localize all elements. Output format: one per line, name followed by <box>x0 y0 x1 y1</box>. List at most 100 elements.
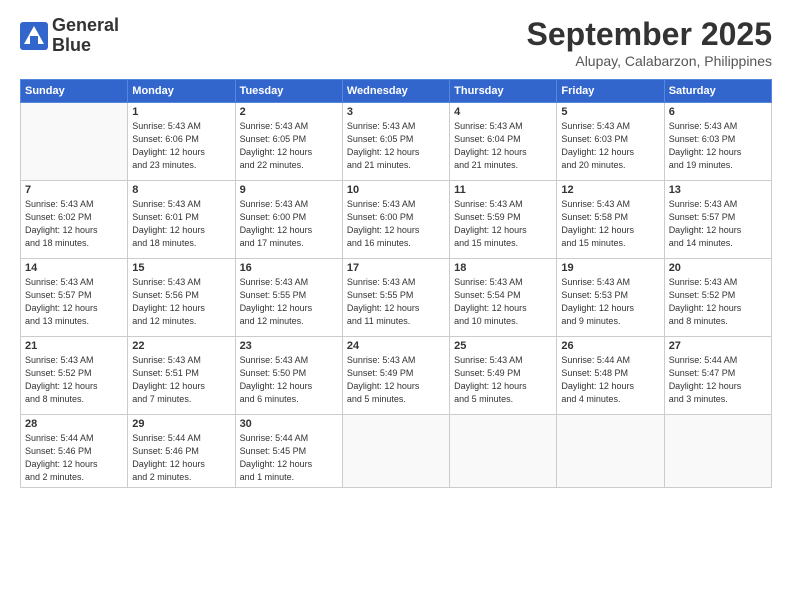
calendar-cell: 1 Sunrise: 5:43 AM Sunset: 6:06 PM Daylig… <box>128 103 235 181</box>
calendar-cell: 30 Sunrise: 5:44 AM Sunset: 5:45 PM Dayli… <box>235 415 342 488</box>
calendar-table: SundayMondayTuesdayWednesdayThursdayFrid… <box>20 79 772 488</box>
weekday-header: Sunday <box>21 80 128 103</box>
day-info: Sunrise: 5:43 AM Sunset: 5:53 PM Dayligh… <box>561 276 659 328</box>
day-info: Sunrise: 5:43 AM Sunset: 5:58 PM Dayligh… <box>561 198 659 250</box>
day-info: Sunrise: 5:43 AM Sunset: 5:49 PM Dayligh… <box>347 354 445 406</box>
calendar-cell: 6 Sunrise: 5:43 AM Sunset: 6:03 PM Daylig… <box>664 103 771 181</box>
calendar-cell <box>21 103 128 181</box>
day-info: Sunrise: 5:43 AM Sunset: 5:52 PM Dayligh… <box>25 354 123 406</box>
day-number: 11 <box>454 184 552 196</box>
calendar-cell: 19 Sunrise: 5:43 AM Sunset: 5:53 PM Dayli… <box>557 259 664 337</box>
day-number: 23 <box>240 340 338 352</box>
day-number: 1 <box>132 106 230 118</box>
weekday-header: Tuesday <box>235 80 342 103</box>
calendar-cell: 26 Sunrise: 5:44 AM Sunset: 5:48 PM Dayli… <box>557 337 664 415</box>
calendar-cell: 12Sunrise: 5:43 AM Sunset: 5:58 PM Dayli… <box>557 181 664 259</box>
day-number: 29 <box>132 418 230 430</box>
calendar-cell: 11 Sunrise: 5:43 AM Sunset: 5:59 PM Dayli… <box>450 181 557 259</box>
day-info: Sunrise: 5:43 AM Sunset: 5:57 PM Dayligh… <box>669 198 767 250</box>
calendar-cell: 9 Sunrise: 5:43 AM Sunset: 6:00 PM Daylig… <box>235 181 342 259</box>
day-info: Sunrise: 5:43 AM Sunset: 6:03 PM Dayligh… <box>561 120 659 172</box>
logo: General Blue <box>20 16 119 56</box>
calendar-cell: 29 Sunrise: 5:44 AM Sunset: 5:46 PM Dayli… <box>128 415 235 488</box>
day-info: Sunrise: 5:43 AM Sunset: 6:00 PM Dayligh… <box>240 198 338 250</box>
calendar-cell: 4 Sunrise: 5:43 AM Sunset: 6:04 PM Daylig… <box>450 103 557 181</box>
day-info: Sunrise: 5:43 AM Sunset: 6:05 PM Dayligh… <box>240 120 338 172</box>
day-number: 8 <box>132 184 230 196</box>
calendar-cell: 21 Sunrise: 5:43 AM Sunset: 5:52 PM Dayli… <box>21 337 128 415</box>
day-number: 26 <box>561 340 659 352</box>
day-number: 2 <box>240 106 338 118</box>
logo-icon <box>20 22 48 50</box>
day-info: Sunrise: 5:44 AM Sunset: 5:46 PM Dayligh… <box>25 432 123 484</box>
calendar-week-row: 14 Sunrise: 5:43 AM Sunset: 5:57 PM Dayli… <box>21 259 772 337</box>
day-info: Sunrise: 5:43 AM Sunset: 5:50 PM Dayligh… <box>240 354 338 406</box>
day-info: Sunrise: 5:43 AM Sunset: 5:51 PM Dayligh… <box>132 354 230 406</box>
calendar-cell: 15 Sunrise: 5:43 AM Sunset: 5:56 PM Dayli… <box>128 259 235 337</box>
calendar-cell: 28Sunrise: 5:44 AM Sunset: 5:46 PM Dayli… <box>21 415 128 488</box>
day-number: 30 <box>240 418 338 430</box>
day-number: 9 <box>240 184 338 196</box>
day-number: 14 <box>25 262 123 274</box>
calendar-cell <box>450 415 557 488</box>
day-info: Sunrise: 5:43 AM Sunset: 6:06 PM Dayligh… <box>132 120 230 172</box>
day-info: Sunrise: 5:43 AM Sunset: 5:55 PM Dayligh… <box>240 276 338 328</box>
calendar-page: General Blue September 2025 Alupay, Cala… <box>0 0 792 612</box>
month-title: September 2025 <box>527 16 772 53</box>
logo-line2: Blue <box>52 35 91 55</box>
weekday-header: Monday <box>128 80 235 103</box>
day-number: 21 <box>25 340 123 352</box>
day-info: Sunrise: 5:43 AM Sunset: 5:55 PM Dayligh… <box>347 276 445 328</box>
calendar-cell: 14 Sunrise: 5:43 AM Sunset: 5:57 PM Dayli… <box>21 259 128 337</box>
day-number: 27 <box>669 340 767 352</box>
logo-text: General Blue <box>52 16 119 56</box>
calendar-week-row: 7 Sunrise: 5:43 AM Sunset: 6:02 PM Daylig… <box>21 181 772 259</box>
calendar-cell: 8 Sunrise: 5:43 AM Sunset: 6:01 PM Daylig… <box>128 181 235 259</box>
day-info: Sunrise: 5:44 AM Sunset: 5:45 PM Dayligh… <box>240 432 338 484</box>
day-info: Sunrise: 5:43 AM Sunset: 5:54 PM Dayligh… <box>454 276 552 328</box>
day-number: 6 <box>669 106 767 118</box>
day-info: Sunrise: 5:43 AM Sunset: 6:05 PM Dayligh… <box>347 120 445 172</box>
weekday-header-row: SundayMondayTuesdayWednesdayThursdayFrid… <box>21 80 772 103</box>
day-info: Sunrise: 5:43 AM Sunset: 5:57 PM Dayligh… <box>25 276 123 328</box>
day-info: Sunrise: 5:43 AM Sunset: 5:49 PM Dayligh… <box>454 354 552 406</box>
weekday-header: Saturday <box>664 80 771 103</box>
day-number: 25 <box>454 340 552 352</box>
calendar-cell: 25 Sunrise: 5:43 AM Sunset: 5:49 PM Dayli… <box>450 337 557 415</box>
calendar-cell: 5Sunrise: 5:43 AM Sunset: 6:03 PM Daylig… <box>557 103 664 181</box>
calendar-cell: 7 Sunrise: 5:43 AM Sunset: 6:02 PM Daylig… <box>21 181 128 259</box>
weekday-header: Thursday <box>450 80 557 103</box>
day-info: Sunrise: 5:44 AM Sunset: 5:48 PM Dayligh… <box>561 354 659 406</box>
calendar-week-row: 21 Sunrise: 5:43 AM Sunset: 5:52 PM Dayli… <box>21 337 772 415</box>
calendar-cell: 20Sunrise: 5:43 AM Sunset: 5:52 PM Dayli… <box>664 259 771 337</box>
day-number: 24 <box>347 340 445 352</box>
day-info: Sunrise: 5:43 AM Sunset: 6:04 PM Dayligh… <box>454 120 552 172</box>
calendar-cell: 13 Sunrise: 5:43 AM Sunset: 5:57 PM Dayli… <box>664 181 771 259</box>
calendar-cell: 17 Sunrise: 5:43 AM Sunset: 5:55 PM Dayli… <box>342 259 449 337</box>
day-number: 15 <box>132 262 230 274</box>
day-info: Sunrise: 5:43 AM Sunset: 6:02 PM Dayligh… <box>25 198 123 250</box>
day-number: 10 <box>347 184 445 196</box>
day-number: 18 <box>454 262 552 274</box>
day-info: Sunrise: 5:43 AM Sunset: 6:03 PM Dayligh… <box>669 120 767 172</box>
calendar-cell: 23 Sunrise: 5:43 AM Sunset: 5:50 PM Dayli… <box>235 337 342 415</box>
header: General Blue September 2025 Alupay, Cala… <box>20 16 772 69</box>
day-info: Sunrise: 5:44 AM Sunset: 5:46 PM Dayligh… <box>132 432 230 484</box>
day-info: Sunrise: 5:44 AM Sunset: 5:47 PM Dayligh… <box>669 354 767 406</box>
calendar-cell: 18 Sunrise: 5:43 AM Sunset: 5:54 PM Dayli… <box>450 259 557 337</box>
weekday-header: Wednesday <box>342 80 449 103</box>
day-number: 19 <box>561 262 659 274</box>
day-number: 7 <box>25 184 123 196</box>
title-block: September 2025 Alupay, Calabarzon, Phili… <box>527 16 772 69</box>
calendar-cell: 10Sunrise: 5:43 AM Sunset: 6:00 PM Dayli… <box>342 181 449 259</box>
day-info: Sunrise: 5:43 AM Sunset: 6:01 PM Dayligh… <box>132 198 230 250</box>
day-info: Sunrise: 5:43 AM Sunset: 5:59 PM Dayligh… <box>454 198 552 250</box>
day-number: 22 <box>132 340 230 352</box>
day-number: 17 <box>347 262 445 274</box>
day-info: Sunrise: 5:43 AM Sunset: 5:56 PM Dayligh… <box>132 276 230 328</box>
day-number: 13 <box>669 184 767 196</box>
day-number: 16 <box>240 262 338 274</box>
day-number: 4 <box>454 106 552 118</box>
calendar-cell: 27 Sunrise: 5:44 AM Sunset: 5:47 PM Dayli… <box>664 337 771 415</box>
logo-line1: General <box>52 15 119 35</box>
